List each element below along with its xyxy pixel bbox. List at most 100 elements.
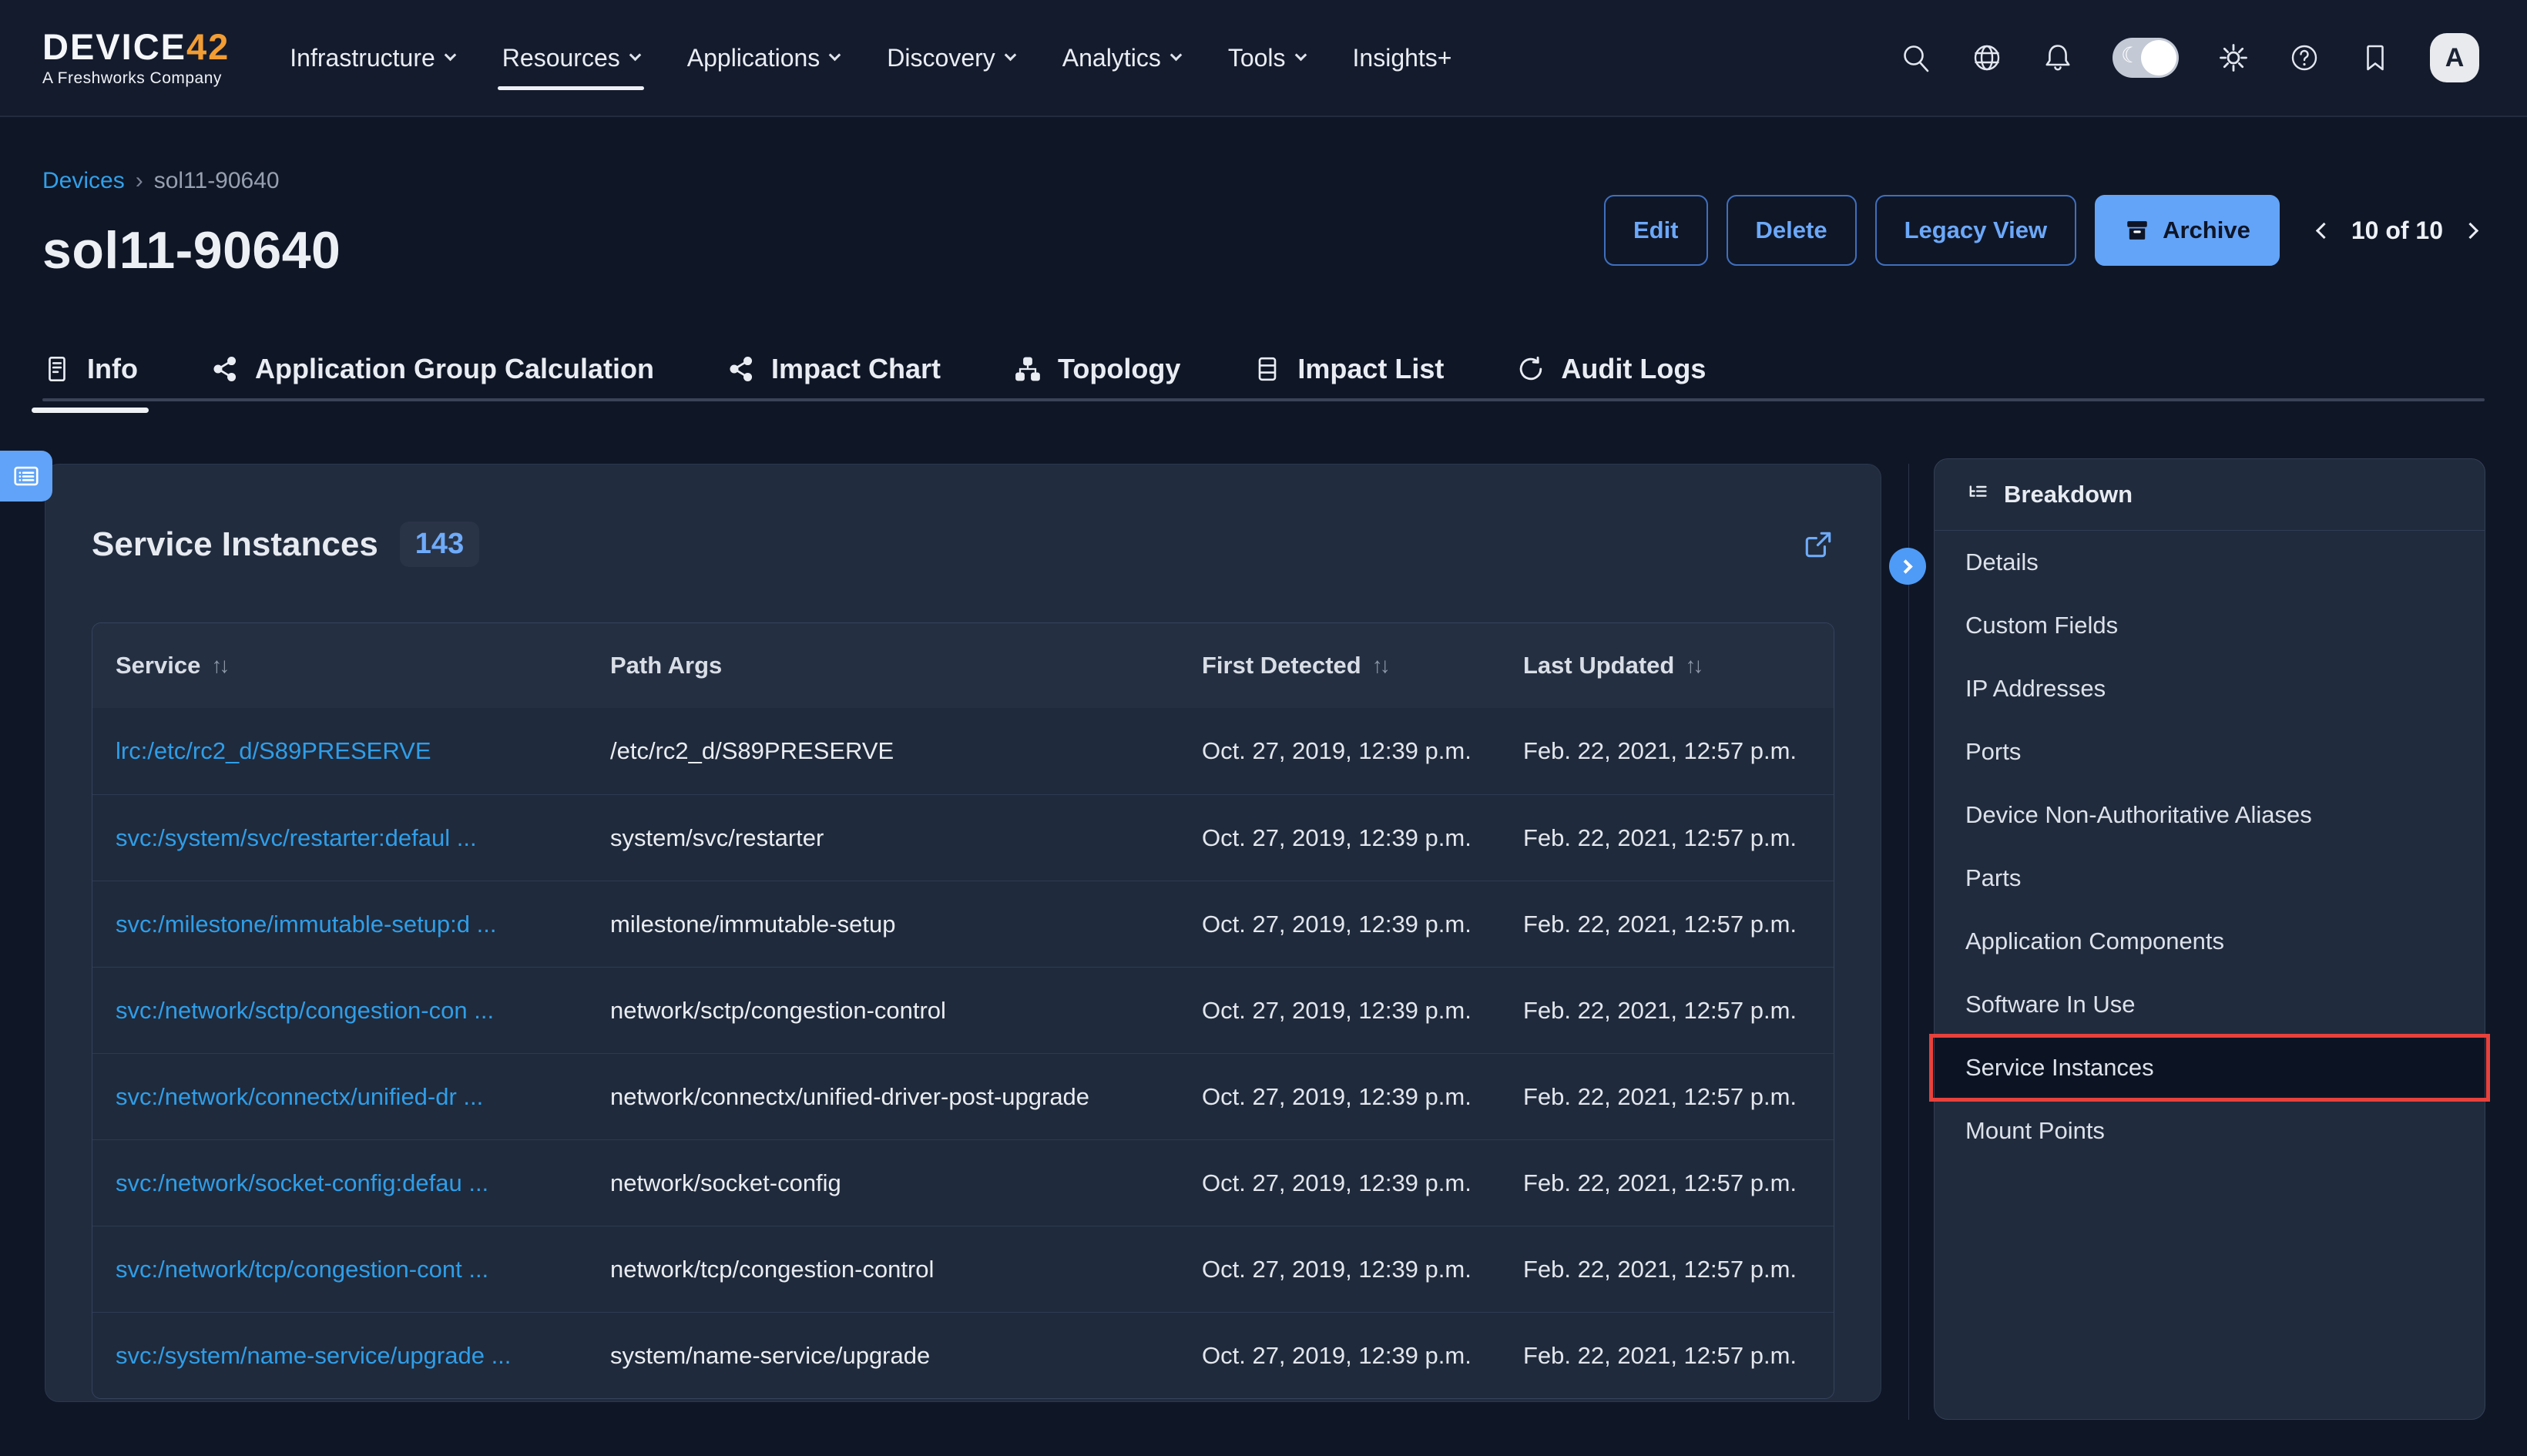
breakdown-header: Breakdown <box>1935 459 2485 531</box>
path-args-cell: network/connectx/unified-driver-post-upg… <box>610 1083 1202 1111</box>
brand-tagline: A Freshworks Company <box>42 69 230 88</box>
column-header-last-updated[interactable]: Last Updated ↑↓ <box>1523 652 1834 679</box>
share-network-icon <box>727 354 756 384</box>
table-row: svc:/network/tcp/congestion-cont ... net… <box>92 1226 1834 1312</box>
menu-resources[interactable]: Resources <box>502 0 639 116</box>
brand-suffix: 42 <box>186 26 230 67</box>
column-header-service[interactable]: Service ↑↓ <box>92 652 610 679</box>
breakdown-sidebar: Breakdown Details Custom Fields IP Addre… <box>1934 458 2485 1420</box>
breadcrumb-current: sol11-90640 <box>154 168 280 194</box>
sidebar-item-custom-fields[interactable]: Custom Fields <box>1935 594 2485 657</box>
table-row: svc:/milestone/immutable-setup:d ... mil… <box>92 881 1834 967</box>
tab-impact-chart[interactable]: Impact Chart <box>727 353 941 385</box>
sidebar-item-service-instances[interactable]: Service Instances <box>1935 1036 2485 1099</box>
left-panel-toggle[interactable] <box>0 451 52 502</box>
sitemap-icon <box>1013 354 1042 384</box>
last-updated-cell: Feb. 22, 2021, 12:57 p.m. <box>1523 737 1834 765</box>
tab-info[interactable]: Info <box>42 353 138 385</box>
nav-utilities: ☾ A <box>1900 33 2479 82</box>
user-avatar[interactable]: A <box>2430 33 2479 82</box>
menu-discovery[interactable]: Discovery <box>887 0 1014 116</box>
service-link[interactable]: svc:/system/name-service/upgrade ... <box>92 1342 610 1370</box>
device-actions: Edit Delete Legacy View Archive 10 of 10 <box>1604 195 2476 266</box>
first-detected-cell: Oct. 27, 2019, 12:39 p.m. <box>1202 911 1523 938</box>
sidebar-item-ip-addresses[interactable]: IP Addresses <box>1935 657 2485 720</box>
external-link-icon[interactable] <box>1802 528 1834 561</box>
sort-icon[interactable]: ↑↓ <box>211 653 227 678</box>
last-updated-cell: Feb. 22, 2021, 12:57 p.m. <box>1523 1342 1834 1370</box>
pager-previous-icon[interactable] <box>2316 222 2332 238</box>
first-detected-cell: Oct. 27, 2019, 12:39 p.m. <box>1202 1169 1523 1197</box>
toggle-knob <box>2141 40 2176 75</box>
sidebar-item-software-in-use[interactable]: Software In Use <box>1935 973 2485 1036</box>
chevron-down-icon <box>829 49 841 61</box>
search-icon[interactable] <box>1900 42 1932 74</box>
sidebar-collapse-button[interactable] <box>1889 548 1926 585</box>
drawer-edge <box>1908 464 1909 1420</box>
menu-analytics[interactable]: Analytics <box>1062 0 1180 116</box>
device-tabs: Info Application Group Calculation Impac… <box>42 341 1706 397</box>
column-header-first-detected[interactable]: First Detected ↑↓ <box>1202 652 1523 679</box>
service-link[interactable]: svc:/network/socket-config:defau ... <box>92 1169 610 1197</box>
chevron-down-icon <box>1294 49 1307 61</box>
service-link[interactable]: svc:/milestone/immutable-setup:d ... <box>92 911 610 938</box>
service-link[interactable]: svc:/network/sctp/congestion-con ... <box>92 997 610 1025</box>
menu-insights[interactable]: Insights+ <box>1353 0 1452 116</box>
sidebar-item-device-non-authoritative-aliases[interactable]: Device Non-Authoritative Aliases <box>1935 783 2485 847</box>
sidebar-item-ports[interactable]: Ports <box>1935 720 2485 783</box>
legacy-view-button[interactable]: Legacy View <box>1875 195 2077 266</box>
document-icon <box>42 354 72 384</box>
breadcrumb: Devices › sol11-90640 <box>42 168 280 194</box>
table-row: svc:/network/connectx/unified-dr ... net… <box>92 1053 1834 1139</box>
sidebar-item-parts[interactable]: Parts <box>1935 847 2485 910</box>
list-tree-icon <box>1965 482 1990 507</box>
table-row: svc:/system/name-service/upgrade ... sys… <box>92 1312 1834 1398</box>
tab-topology[interactable]: Topology <box>1013 353 1180 385</box>
service-link[interactable]: svc:/system/svc/restarter:defaul ... <box>92 824 610 852</box>
table-row: svc:/network/socket-config:defau ... net… <box>92 1139 1834 1226</box>
menu-tools[interactable]: Tools <box>1228 0 1305 116</box>
sort-icon[interactable]: ↑↓ <box>1372 653 1388 678</box>
breadcrumb-devices-link[interactable]: Devices <box>42 168 125 194</box>
tab-audit-logs[interactable]: Audit Logs <box>1516 353 1706 385</box>
path-args-cell: system/name-service/upgrade <box>610 1342 1202 1370</box>
last-updated-cell: Feb. 22, 2021, 12:57 p.m. <box>1523 1169 1834 1197</box>
brand-name: DEVICE <box>42 26 186 67</box>
service-link[interactable]: svc:/network/connectx/unified-dr ... <box>92 1083 610 1111</box>
gear-settings-icon[interactable] <box>2217 42 2250 74</box>
sidebar-item-details[interactable]: Details <box>1935 531 2485 594</box>
last-updated-cell: Feb. 22, 2021, 12:57 p.m. <box>1523 911 1834 938</box>
globe-icon[interactable] <box>1971 42 2003 74</box>
tab-application-group-calculation[interactable]: Application Group Calculation <box>210 353 654 385</box>
menu-infrastructure[interactable]: Infrastructure <box>290 0 455 116</box>
column-header-path-args: Path Args <box>610 652 1202 679</box>
delete-button[interactable]: Delete <box>1727 195 1857 266</box>
archive-button[interactable]: Archive <box>2095 195 2280 266</box>
menu-applications[interactable]: Applications <box>687 0 840 116</box>
share-network-icon <box>210 354 240 384</box>
theme-toggle[interactable]: ☾ <box>2113 38 2179 78</box>
tab-impact-list[interactable]: Impact List <box>1253 353 1444 385</box>
panel-title: Service Instances <box>92 525 378 564</box>
first-detected-cell: Oct. 27, 2019, 12:39 p.m. <box>1202 737 1523 765</box>
service-link[interactable]: lrc:/etc/rc2_d/S89PRESERVE <box>92 737 610 765</box>
chevron-right-icon <box>1898 559 1912 573</box>
logo-wordmark: DEVICE42 <box>42 28 230 66</box>
last-updated-cell: Feb. 22, 2021, 12:57 p.m. <box>1523 997 1834 1025</box>
sidebar-item-application-components[interactable]: Application Components <box>1935 910 2485 973</box>
service-link[interactable]: svc:/network/tcp/congestion-cont ... <box>92 1256 610 1283</box>
table-row: svc:/system/svc/restarter:defaul ... sys… <box>92 794 1834 881</box>
bookmark-icon[interactable] <box>2359 42 2391 74</box>
help-icon[interactable] <box>2288 42 2321 74</box>
edit-button[interactable]: Edit <box>1604 195 1708 266</box>
first-detected-cell: Oct. 27, 2019, 12:39 p.m. <box>1202 997 1523 1025</box>
sort-icon[interactable]: ↑↓ <box>1685 653 1700 678</box>
table-body: lrc:/etc/rc2_d/S89PRESERVE /etc/rc2_d/S8… <box>92 708 1834 1398</box>
service-instances-table: Service ↑↓ Path Args First Detected ↑↓ L… <box>92 622 1834 1399</box>
last-updated-cell: Feb. 22, 2021, 12:57 p.m. <box>1523 1256 1834 1283</box>
notifications-bell-icon[interactable] <box>2042 42 2074 74</box>
sidebar-item-mount-points[interactable]: Mount Points <box>1935 1099 2485 1162</box>
pager-next-icon[interactable] <box>2462 222 2478 238</box>
service-instances-panel: Service Instances 143 Service ↑↓ Path Ar… <box>45 464 1881 1402</box>
device42-logo[interactable]: DEVICE42 A Freshworks Company <box>42 28 230 88</box>
